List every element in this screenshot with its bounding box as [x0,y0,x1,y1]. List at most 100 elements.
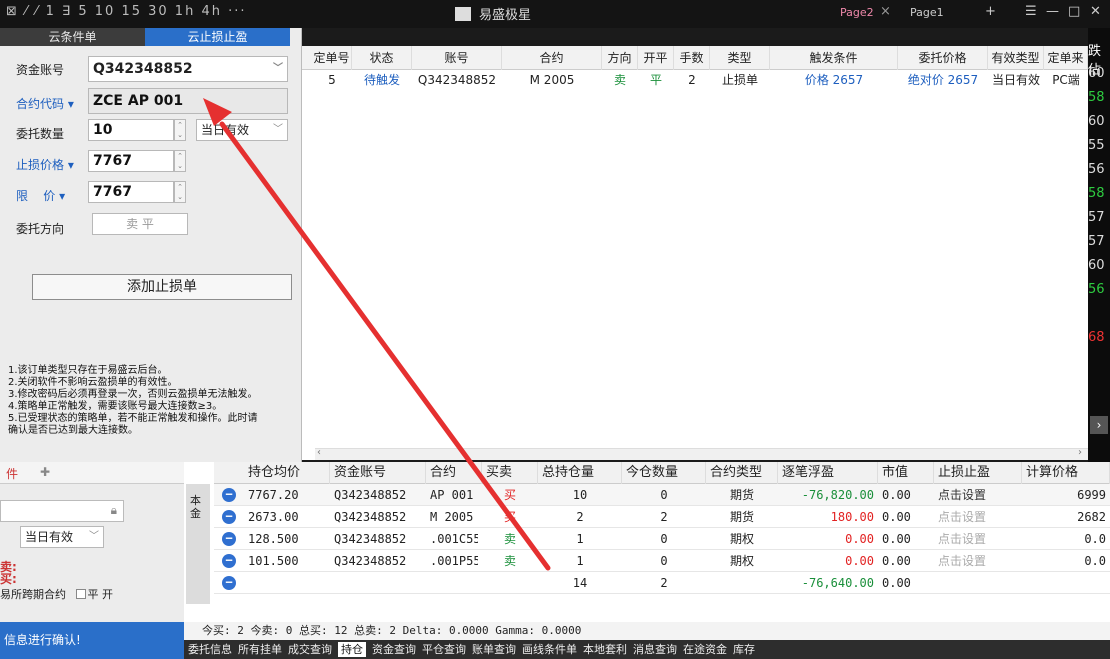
cell-stop-loss[interactable]: 点击设置 [938,528,1018,550]
limit-price-input[interactable]: 7767 [88,181,174,203]
tab-cloud-condition-order[interactable]: 云条件单 [0,28,145,46]
position-side-tabs[interactable]: 本金 [186,484,210,604]
col-source[interactable]: 定单来 [1044,46,1088,70]
menu-icon[interactable]: ☰ [1025,4,1037,19]
qty-stepper[interactable]: ⌃ ⌄ [174,119,186,141]
table-row[interactable]: −101.500 Q342348852 .001P55 卖 1 0 期权 0.00 0.00 点击… [214,550,1110,572]
scroll-right-icon[interactable]: › [1090,416,1108,434]
minimize-icon[interactable]: — [1046,4,1059,19]
collapse-icon[interactable]: − [222,488,236,502]
footer-tab[interactable]: 账单查询 [472,643,516,656]
col-status[interactable]: 状态 [352,46,412,70]
horizontal-scrollbar[interactable]: ‹ › [315,447,1088,460]
col-market-value[interactable]: 市值 [878,462,934,484]
footer-tab[interactable]: 消息查询 [633,643,677,656]
cell-contract: M 2005 [430,510,474,524]
account-value: Q342348852 [93,61,193,77]
contract-label[interactable]: 合约代码 ▾ [16,95,74,112]
chevron-down-icon: ﹀ [89,531,99,542]
cell-stop-loss[interactable] [938,572,1018,594]
price-value: 60 [1088,258,1105,273]
validity-select[interactable]: 当日有效 ﹀ [196,119,288,141]
collapse-icon[interactable]: − [222,510,236,524]
scroll-left-icon[interactable]: ‹ [317,447,321,458]
footer-tab[interactable]: 所有挂单 [238,643,282,656]
contract-input[interactable]: ZCE AP 001 [88,88,288,114]
col-trigger[interactable]: 触发条件 [770,46,898,70]
confirm-banner[interactable]: 信息进行确认! [0,622,184,659]
col-avg-price[interactable]: 持仓均价 [244,462,330,484]
add-page-icon[interactable]: + [985,4,996,19]
footer-tab[interactable]: 资金查询 [372,643,416,656]
col-stop-loss[interactable]: 止损止盈 [934,462,1022,484]
table-row[interactable]: 5 待触发 Q342348852 M 2005 卖 平 2 止损单 价格 265… [302,70,1088,90]
col-contract[interactable]: 合约 [426,462,482,484]
limit-price-stepper[interactable]: ⌃ ⌄ [174,181,186,203]
add-stop-loss-button[interactable]: 添加止损单 [32,274,292,300]
cross-contract-option[interactable]: 易所跨期合约 平 开 [0,586,113,602]
col-account[interactable]: 账号 [412,46,502,70]
tab-page2[interactable]: Page2 [832,4,882,21]
col-lots[interactable]: 手数 [674,46,710,70]
order-contract: M 2005 [529,73,575,87]
footer-tab[interactable]: 库存 [733,643,755,656]
tab-page1[interactable]: Page1 [902,4,952,21]
direction-field[interactable]: 卖 平 [92,213,188,235]
order-direction: 卖 [613,73,626,87]
limit-price-label[interactable]: 限 价 ▾ [16,187,65,204]
tab-cloud-stop-loss[interactable]: 云止损止盈 [145,28,290,46]
footer-tab[interactable]: 本地套利 [583,643,627,656]
col-open-close[interactable]: 开平 [638,46,674,70]
footer-tab[interactable]: 持仓 [338,642,366,657]
stop-price-label[interactable]: 止损价格 ▾ [16,156,74,173]
col-account[interactable]: 资金账号 [330,462,426,484]
col-side[interactable]: 买卖 [482,462,538,484]
account-select[interactable]: Q342348852 ﹀ [88,56,288,82]
close-icon[interactable]: ✕ [1090,4,1101,19]
cell-market-value: 0.00 [882,532,911,546]
collapse-icon[interactable]: − [222,576,236,590]
col-total-position[interactable]: 总持仓量 [538,462,622,484]
col-order-no[interactable]: 定单号 [312,46,352,70]
validity-select[interactable]: 当日有效 ﹀ [20,526,104,548]
col-type[interactable]: 类型 [710,46,770,70]
table-row[interactable]: − 14 2 -76,640.00 0.00 [214,572,1110,594]
col-validity[interactable]: 有效类型 [988,46,1044,70]
cell-market-value: 0.00 [882,576,911,590]
close-tab-icon[interactable]: × [880,4,891,19]
qty-input[interactable]: 10 [88,119,174,141]
footer-tab[interactable]: 委托信息 [188,643,232,656]
table-row[interactable]: −128.500 Q342348852 .001C55 卖 1 0 期权 0.00 0.00 点击… [214,528,1110,550]
add-icon[interactable]: ✚ [40,465,50,479]
collapse-icon[interactable]: − [222,554,236,568]
collapse-icon[interactable]: − [222,532,236,546]
cell-stop-loss[interactable]: 点击设置 [938,484,1018,506]
stop-price-stepper[interactable]: ⌃ ⌄ [174,150,186,172]
cell-stop-loss[interactable]: 点击设置 [938,506,1018,528]
note-line: 2.关闭软件不影响云盈损单的有效性。 [8,377,178,388]
account-label: 资金账号 [16,63,65,77]
footer-tab[interactable]: 在途资金 [683,643,727,656]
col-direction[interactable]: 方向 [602,46,638,70]
footer-tab[interactable]: 画线条件单 [522,643,577,656]
footer-tab[interactable]: 平仓查询 [422,643,466,656]
close-checkbox[interactable] [75,589,86,599]
col-today-position[interactable]: 今仓数量 [622,462,706,484]
stop-price-input[interactable]: 7767 [88,150,174,172]
positions-rows: −7767.20 Q342348852 AP 001 买 10 0 期货 -76,820.00… [214,484,1110,622]
col-float-pnl[interactable]: 逐笔浮盈 [778,462,878,484]
cell-stop-loss[interactable]: 点击设置 [938,550,1018,572]
footer-tab[interactable]: 成交查询 [288,643,332,656]
chart-toolbar[interactable]: ⊠ ⁄ ⁄ 1 ∃ 5 10 15 30 1h 4h ··· [6,4,247,19]
table-row[interactable]: −7767.20 Q342348852 AP 001 买 10 0 期货 -76,820.00… [214,484,1110,506]
contract-input[interactable]: 🔒︎ [0,500,124,522]
col-calc-price[interactable]: 计算价格 [1022,462,1110,484]
col-order-price[interactable]: 委托价格 [898,46,988,70]
cell-avg-price [248,572,326,594]
cell-side: 买 [503,488,516,502]
scroll-right-icon[interactable]: › [1078,447,1082,458]
table-row[interactable]: −2673.00 Q342348852 M 2005 买 2 2 期货 180.00 0.00 点… [214,506,1110,528]
maximize-icon[interactable]: □ [1068,4,1080,19]
col-contract[interactable]: 合约 [502,46,602,70]
col-contract-type[interactable]: 合约类型 [706,462,778,484]
